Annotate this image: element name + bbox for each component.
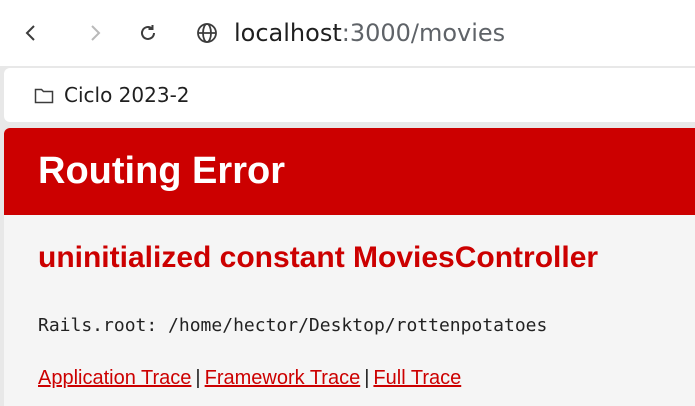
address-bar[interactable]: localhost:3000/movies <box>196 16 505 50</box>
bookmark-label: Ciclo 2023-2 <box>64 83 190 107</box>
reload-icon <box>141 25 155 40</box>
application-trace-link[interactable]: Application Trace <box>38 367 191 389</box>
forward-icon <box>91 25 101 41</box>
trace-links: Application Trace | Framework Trace | Full T… <box>38 367 461 390</box>
url-host: localhost <box>234 19 342 47</box>
back-icon <box>25 25 35 41</box>
error-body: uninitialized constant MoviesController … <box>4 215 695 406</box>
bookmarks-bar: Ciclo 2023-2 <box>4 68 695 122</box>
separator: | <box>195 367 201 389</box>
error-message: uninitialized constant MoviesController <box>38 241 599 274</box>
url-path: :3000/movies <box>341 19 506 47</box>
error-header: Routing Error <box>4 128 695 215</box>
back-button[interactable] <box>16 18 46 48</box>
bookmark-folder[interactable]: Ciclo 2023-2 <box>34 83 190 107</box>
folder-icon <box>34 88 54 103</box>
full-trace-link[interactable]: Full Trace <box>373 367 461 389</box>
rails-root: Rails.root: /home/hector/Desktop/rottenp… <box>38 315 548 336</box>
framework-trace-link[interactable]: Framework Trace <box>205 367 361 389</box>
globe-icon <box>197 23 217 43</box>
page-content: Routing Error uninitialized constant Mov… <box>4 128 695 406</box>
page-title: Routing Error <box>38 150 285 192</box>
separator: | <box>364 367 370 389</box>
browser-toolbar: localhost:3000/movies <box>0 0 695 66</box>
reload-button[interactable] <box>133 18 163 48</box>
forward-button[interactable] <box>80 18 110 48</box>
